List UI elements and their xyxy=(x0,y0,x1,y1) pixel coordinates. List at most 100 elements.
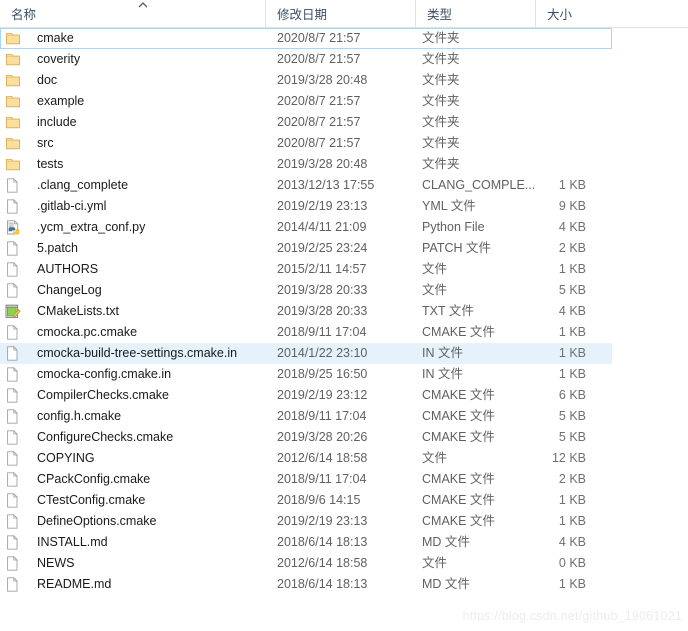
file-size-cell: 4 KB xyxy=(558,304,586,318)
file-type-cell: MD 文件 xyxy=(422,535,470,549)
file-type-cell: 文件夹 xyxy=(422,136,460,150)
file-row[interactable]: DefineOptions.cmake 2019/2/19 23:13 CMAKE … xyxy=(0,511,612,532)
file-type-cell: YML 文件 xyxy=(422,199,476,213)
file-date-cell: 2018/9/11 17:04 xyxy=(277,472,367,486)
file-name-cell: cmocka.pc.cmake xyxy=(37,325,138,339)
file-type-cell: 文件 xyxy=(422,283,448,297)
file-row[interactable]: ChangeLog 2019/3/28 20:33 文件 5 KB xyxy=(0,280,612,301)
file-date-cell: 2012/6/14 18:58 xyxy=(277,556,368,570)
file-date-cell: 2020/8/7 21:57 xyxy=(277,52,361,66)
file-size-cell xyxy=(521,50,586,69)
file-row[interactable]: 5.patch 2019/2/25 23:24 PATCH 文件 2 KB xyxy=(0,238,612,259)
file-size-cell xyxy=(521,71,586,90)
file-date-cell: 2019/3/28 20:33 xyxy=(277,283,368,297)
file-size-cell: 4 KB xyxy=(558,220,586,234)
column-header-bar: 名称 修改日期 类型 大小 xyxy=(0,0,688,28)
file-row[interactable]: COPYING 2012/6/14 18:58 文件 12 KB xyxy=(0,448,612,469)
file-row[interactable]: cmocka-config.cmake.in 2018/9/25 16:50 IN … xyxy=(0,364,612,385)
file-date-cell: 2020/8/7 21:57 xyxy=(277,31,361,45)
file-list[interactable]: cmake 2020/8/7 21:57 文件夹 coverity 2020/8/7 2… xyxy=(0,28,688,631)
file-size-cell xyxy=(521,155,586,174)
file-size-cell xyxy=(521,92,586,111)
file-type-cell: 文件夹 xyxy=(422,31,460,45)
file-size-cell: 1 KB xyxy=(558,367,586,381)
file-row[interactable]: CPackConfig.cmake 2018/9/11 17:04 CMAKE 文件… xyxy=(0,469,612,490)
file-row[interactable]: tests 2019/3/28 20:48 文件夹 xyxy=(0,154,612,175)
column-header-name[interactable]: 名称 xyxy=(0,0,265,27)
column-header-date-label: 修改日期 xyxy=(277,8,328,22)
file-date-cell: 2012/6/14 18:58 xyxy=(277,451,368,465)
file-row[interactable]: doc 2019/3/28 20:48 文件夹 xyxy=(0,70,612,91)
file-type-cell: CMAKE 文件 xyxy=(422,430,495,444)
file-row[interactable]: README.md 2018/6/14 18:13 MD 文件 1 KB xyxy=(0,574,612,595)
file-size-cell: 1 KB xyxy=(558,346,586,360)
file-date-cell: 2014/1/22 23:10 xyxy=(277,346,368,360)
column-header-size[interactable]: 大小 xyxy=(535,0,615,27)
file-row[interactable]: .ycm_extra_conf.py 2014/4/11 21:09 Python … xyxy=(0,217,612,238)
file-row[interactable]: .gitlab-ci.yml 2019/2/19 23:13 YML 文件 9 KB xyxy=(0,196,612,217)
file-type-cell: CMAKE 文件 xyxy=(422,325,495,339)
file-date-cell: 2018/6/14 18:13 xyxy=(277,535,368,549)
file-type-cell: CMAKE 文件 xyxy=(422,514,495,528)
file-name-cell: ConfigureChecks.cmake xyxy=(37,430,174,444)
file-row[interactable]: coverity 2020/8/7 21:57 文件夹 xyxy=(0,49,612,70)
file-row[interactable]: AUTHORS 2015/2/11 14:57 文件 1 KB xyxy=(0,259,612,280)
file-date-cell: 2019/2/19 23:13 xyxy=(277,514,368,528)
file-type-cell: CMAKE 文件 xyxy=(422,493,495,507)
file-size-cell: 5 KB xyxy=(558,409,586,423)
file-type-cell: CMAKE 文件 xyxy=(422,388,495,402)
file-name-cell: tests xyxy=(37,157,64,171)
file-date-cell: 2018/9/6 14:15 xyxy=(277,493,361,507)
file-row[interactable]: cmocka-build-tree-settings.cmake.in 2014/… xyxy=(0,343,612,364)
file-row[interactable]: include 2020/8/7 21:57 文件夹 xyxy=(0,112,612,133)
file-row[interactable]: INSTALL.md 2018/6/14 18:13 MD 文件 4 KB xyxy=(0,532,612,553)
file-explorer-pane: 名称 修改日期 类型 大小 cmake 2020/8/7 21:57 文件夹 cove… xyxy=(0,0,688,631)
file-type-cell: 文件夹 xyxy=(422,94,460,108)
file-size-cell: 12 KB xyxy=(551,451,586,465)
file-size-cell xyxy=(521,113,586,132)
file-size-cell: 1 KB xyxy=(558,262,586,276)
file-date-cell: 2020/8/7 21:57 xyxy=(277,136,361,150)
file-row[interactable]: example 2020/8/7 21:57 文件夹 xyxy=(0,91,612,112)
file-row[interactable]: .clang_complete 2013/12/13 17:55 CLANG_COM… xyxy=(0,175,612,196)
file-name-cell: CompilerChecks.cmake xyxy=(37,388,169,402)
file-date-cell: 2018/6/14 18:13 xyxy=(277,577,368,591)
file-type-cell: Python File xyxy=(422,220,485,234)
file-name-cell: AUTHORS xyxy=(37,262,99,276)
file-size-cell: 4 KB xyxy=(558,535,586,549)
file-date-cell: 2018/9/11 17:04 xyxy=(277,409,367,423)
file-row[interactable]: ConfigureChecks.cmake 2019/3/28 20:26 CMAK… xyxy=(0,427,612,448)
file-name-cell: src xyxy=(37,136,54,150)
file-row[interactable]: NEWS 2012/6/14 18:58 文件 0 KB xyxy=(0,553,612,574)
file-name-cell: example xyxy=(37,94,85,108)
file-date-cell: 2018/9/25 16:50 xyxy=(277,367,368,381)
file-date-cell: 2019/2/19 23:13 xyxy=(277,199,368,213)
file-row[interactable]: cmake 2020/8/7 21:57 文件夹 xyxy=(0,28,612,49)
file-type-cell: MD 文件 xyxy=(422,577,470,591)
watermark-text: https://blog.csdn.net/github_19061021 xyxy=(462,609,682,623)
file-date-cell: 2015/2/11 14:57 xyxy=(277,262,367,276)
file-size-cell: 9 KB xyxy=(558,199,586,213)
column-header-date-modified[interactable]: 修改日期 xyxy=(265,0,415,27)
column-header-type[interactable]: 类型 xyxy=(415,0,535,27)
file-name-cell: COPYING xyxy=(37,451,95,465)
file-row[interactable]: CMakeLists.txt 2019/3/28 20:33 TXT 文件 4 KB xyxy=(0,301,612,322)
file-type-cell: 文件 xyxy=(422,556,448,570)
file-name-cell: 5.patch xyxy=(37,241,79,255)
file-row[interactable]: cmocka.pc.cmake 2018/9/11 17:04 CMAKE 文件 1 … xyxy=(0,322,612,343)
file-type-cell: IN 文件 xyxy=(422,346,463,360)
file-row[interactable]: src 2020/8/7 21:57 文件夹 xyxy=(0,133,612,154)
file-name-cell: DefineOptions.cmake xyxy=(37,514,157,528)
file-name-cell: .ycm_extra_conf.py xyxy=(37,220,146,234)
file-row[interactable]: CompilerChecks.cmake 2019/2/19 23:12 CMAKE… xyxy=(0,385,612,406)
file-name-cell: CMakeLists.txt xyxy=(37,304,119,318)
file-date-cell: 2019/2/19 23:12 xyxy=(277,388,368,402)
file-date-cell: 2020/8/7 21:57 xyxy=(277,94,361,108)
file-name-cell: INSTALL.md xyxy=(37,535,108,549)
file-name-cell: include xyxy=(37,115,77,129)
file-size-cell: 6 KB xyxy=(558,388,586,402)
file-row[interactable]: CTestConfig.cmake 2018/9/6 14:15 CMAKE 文件 1… xyxy=(0,490,612,511)
column-header-type-label: 类型 xyxy=(427,8,453,22)
file-row[interactable]: config.h.cmake 2018/9/11 17:04 CMAKE 文件 5 K… xyxy=(0,406,612,427)
column-header-name-label: 名称 xyxy=(11,8,37,22)
